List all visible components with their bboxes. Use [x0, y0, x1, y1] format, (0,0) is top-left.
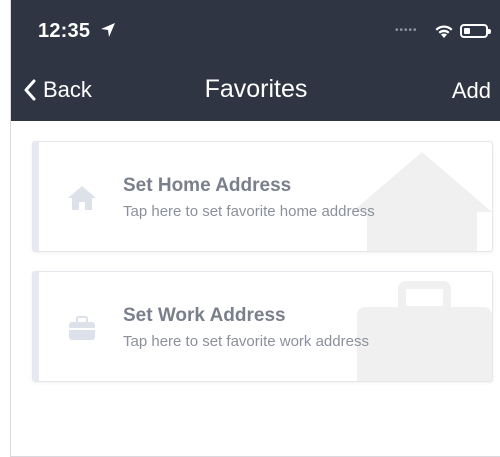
- page-title: Favorites: [204, 75, 308, 103]
- home-icon: [68, 186, 96, 210]
- battery-icon: [460, 24, 491, 38]
- favorite-title: Set Work Address: [123, 305, 286, 326]
- favorite-work-card[interactable]: Set Work Address Tap here to set favorit…: [32, 271, 493, 382]
- favorite-home-card[interactable]: Set Home Address Tap here to set favorit…: [32, 141, 493, 252]
- signal-dots: •••••: [395, 25, 418, 36]
- home-watermark-icon: [352, 152, 492, 251]
- favorite-subtitle: Tap here to set favorite home address: [123, 203, 375, 220]
- favorite-subtitle: Tap here to set favorite work address: [123, 333, 369, 350]
- location-arrow-icon: [101, 23, 115, 37]
- briefcase-watermark-icon: [357, 281, 492, 381]
- wifi-icon: [435, 25, 453, 38]
- header-bar: 12:35 ••••• Back Favorites Add: [11, 0, 500, 121]
- briefcase-icon: [69, 316, 95, 340]
- status-time: 12:35: [38, 20, 91, 42]
- favorite-title: Set Home Address: [123, 175, 292, 196]
- app-screen: 12:35 ••••• Back Favorites Add Set Home …: [10, 0, 500, 457]
- add-button[interactable]: Add: [452, 78, 491, 104]
